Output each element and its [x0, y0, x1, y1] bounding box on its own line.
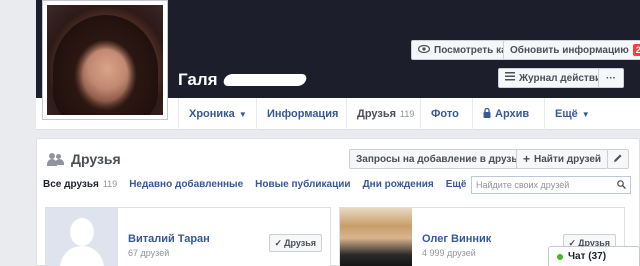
redacted-surname [222, 74, 308, 86]
tab-friends[interactable]: Друзья 119 [346, 98, 424, 130]
friends-search-input[interactable]: Найдите своих друзей [471, 176, 631, 194]
checkmark-icon: ✓ [274, 237, 283, 248]
tab-friends-count: 119 [400, 109, 415, 119]
tab-photos[interactable]: Фото [420, 98, 469, 130]
lock-icon [483, 107, 491, 121]
pencil-icon [613, 153, 623, 166]
more-options-button[interactable]: ··· [598, 68, 624, 88]
friends-header: Друзья [47, 151, 121, 167]
filter-all-friends-count: 119 [102, 179, 118, 189]
tab-archive[interactable]: Архив [472, 98, 539, 130]
friend-requests-label: Запросы на добавление в друзья [356, 153, 524, 165]
list-icon [505, 72, 515, 84]
friend-card: Виталий Таран 67 друзей ✓ Друзья [45, 207, 331, 266]
online-status-icon [557, 253, 563, 260]
friends-icon [47, 152, 65, 166]
profile-picture[interactable] [42, 0, 168, 120]
friends-status-label: Друзья [284, 238, 316, 248]
update-info-label: Обновить информацию [510, 44, 629, 56]
plus-icon: + [523, 152, 531, 166]
filter-new-posts[interactable]: Новые публикации [255, 179, 350, 193]
eye-icon [417, 44, 431, 56]
tab-friends-label: Друзья [357, 108, 397, 120]
activity-log-label: Журнал действий [519, 72, 608, 84]
friend-count: 4 999 друзей [422, 248, 476, 258]
tab-more[interactable]: Ещё ▼ [544, 98, 600, 130]
friend-name[interactable]: Виталий Таран [128, 233, 210, 245]
search-icon [617, 179, 626, 191]
friends-status-button[interactable]: ✓ Друзья [268, 234, 322, 252]
friends-title: Друзья [71, 151, 121, 167]
friend-name[interactable]: Олег Винник [422, 233, 491, 245]
tab-about-label: Информация [267, 108, 339, 120]
filter-all-friends-label: Все друзья [43, 179, 99, 190]
find-friends-button[interactable]: + Найти друзей [516, 149, 609, 169]
friend-count: 67 друзей [128, 248, 170, 258]
activity-log-button[interactable]: Журнал действий [498, 68, 615, 88]
caret-down-icon: ▼ [581, 109, 590, 119]
tab-archive-label: Архив [495, 108, 530, 120]
friend-avatar-image[interactable] [340, 208, 412, 266]
profile-name[interactable]: Галя [178, 70, 218, 90]
friends-filter-bar: Все друзья 119 Недавно добавленные Новые … [43, 179, 466, 193]
search-placeholder: Найдите своих друзей [476, 180, 570, 190]
filter-all-friends[interactable]: Все друзья 119 [43, 179, 117, 193]
caret-down-icon: ▼ [238, 109, 247, 119]
filter-more[interactable]: Ещё [446, 179, 467, 193]
tab-timeline-label: Хроника [189, 108, 235, 120]
tab-photos-label: Фото [431, 108, 459, 120]
more-label: ··· [606, 72, 616, 84]
profile-photo-image [47, 5, 163, 115]
tab-about[interactable]: Информация [256, 98, 348, 130]
filter-birthdays[interactable]: Дни рождения [363, 179, 434, 193]
find-friends-label: Найти друзей [534, 153, 602, 165]
view-as-label: Посмотреть как [434, 44, 512, 56]
tab-more-label: Ещё [555, 108, 578, 120]
chat-label: Чат (37) [568, 251, 607, 262]
update-info-badge: 2 [632, 44, 640, 56]
edit-button[interactable] [607, 149, 629, 169]
default-avatar-image[interactable] [46, 208, 118, 266]
chat-tab[interactable]: Чат (37) [548, 246, 640, 266]
update-info-button[interactable]: Обновить информацию 2 [503, 40, 640, 60]
tab-timeline[interactable]: Хроника ▼ [178, 98, 257, 130]
filter-recently-added[interactable]: Недавно добавленные [129, 179, 243, 193]
